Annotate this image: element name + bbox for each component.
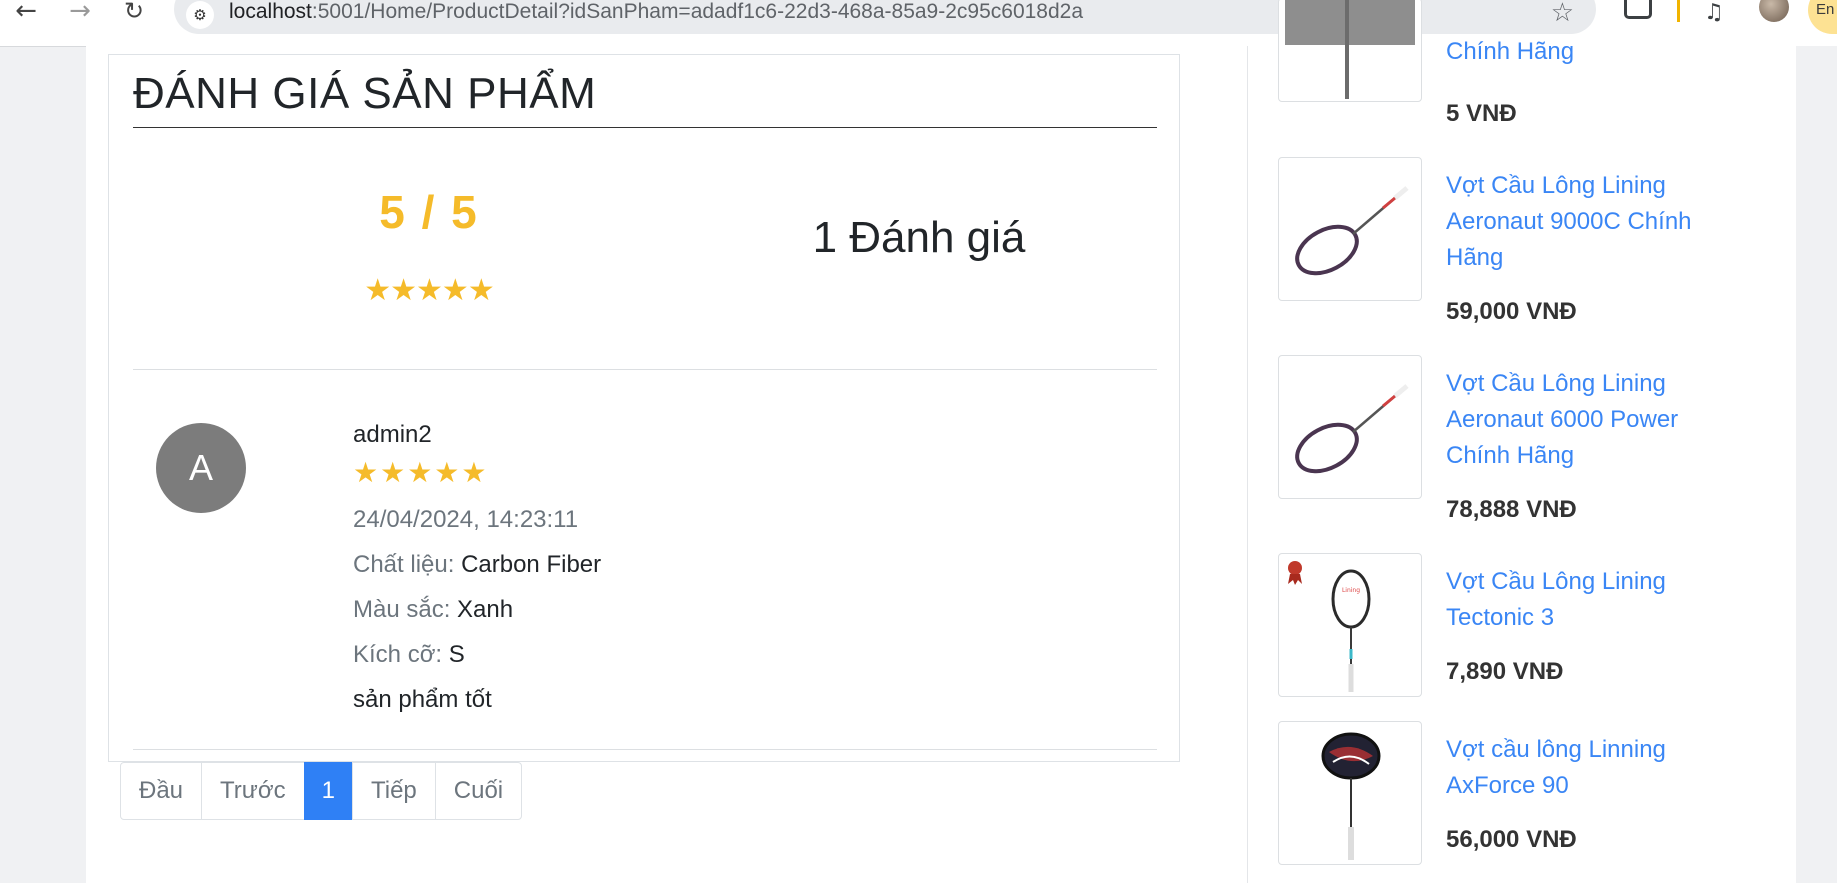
- review-section: ĐÁNH GIÁ SẢN PHẨM 5 / 5 ★★★★★ 1 Đánh giá…: [108, 54, 1180, 762]
- racket-image: [1295, 186, 1409, 276]
- pagination: Đầu Trước 1 Tiếp Cuối: [120, 762, 523, 820]
- product-price: 56,000 VNĐ: [1446, 826, 1577, 853]
- page-background: [1796, 46, 1837, 883]
- review-datetime: 24/04/2024, 14:23:11: [353, 506, 579, 533]
- product-price: 78,888 VNĐ: [1446, 496, 1577, 523]
- product-name-link[interactable]: Vợt Cầu Lông Lining Aeronaut 6000 Power …: [1446, 366, 1726, 474]
- media-control-icon[interactable]: ♫: [1704, 0, 1724, 25]
- product-thumbnail[interactable]: [1278, 0, 1422, 102]
- product-price: 59,000 VNĐ: [1446, 298, 1577, 325]
- product-price: 7,890 VNĐ: [1446, 658, 1564, 685]
- racket-image: Lining: [1288, 561, 1371, 692]
- review-color: Màu sắc: Xanh: [353, 587, 1053, 632]
- page-next-button[interactable]: Tiếp: [351, 762, 436, 820]
- forward-arrow-icon[interactable]: →: [60, 0, 100, 24]
- divider: [133, 369, 1157, 370]
- user-avatar: A: [156, 423, 246, 513]
- profile-pill[interactable]: En: [1808, 0, 1837, 34]
- product-thumbnail[interactable]: [1278, 157, 1422, 301]
- product-name-link[interactable]: Chính Hãng: [1446, 34, 1726, 70]
- sidebar-divider: [1247, 46, 1248, 883]
- review-count: 1 Đánh giá: [812, 213, 1026, 262]
- url-host: localhost: [229, 0, 312, 23]
- color-label: Màu sắc:: [353, 596, 451, 623]
- color-value: Xanh: [457, 596, 514, 623]
- average-star-icons: ★★★★★: [364, 273, 494, 308]
- section-title: ĐÁNH GIÁ SẢN PHẨM: [133, 65, 1157, 128]
- product-name-link[interactable]: Vợt Cầu Lông Lining Tectonic 3: [1446, 564, 1726, 636]
- product-thumbnail[interactable]: [1278, 721, 1422, 865]
- browser-profile-avatar[interactable]: [1759, 0, 1789, 22]
- divider: [133, 749, 1157, 750]
- product-name-link[interactable]: Vợt cầu lông Linning AxForce 90: [1446, 732, 1726, 804]
- average-rating: 5 / 5: [379, 186, 479, 238]
- review-material: Chất liệu: Carbon Fiber: [353, 542, 1053, 587]
- reload-icon[interactable]: ↻: [114, 0, 154, 24]
- page-prev-button[interactable]: Trước: [201, 762, 305, 820]
- review-username: admin2: [353, 421, 432, 448]
- page-first-button[interactable]: Đầu: [120, 762, 203, 820]
- racket-image: [1321, 732, 1381, 860]
- racket-image: [1295, 384, 1409, 474]
- product-price: 5 VNĐ: [1446, 100, 1517, 127]
- page-content: ĐÁNH GIÁ SẢN PHẨM 5 / 5 ★★★★★ 1 Đánh giá…: [86, 0, 1796, 883]
- svg-text:Lining: Lining: [1342, 587, 1360, 594]
- product-name-link[interactable]: Vợt Cầu Lông Lining Aeronaut 9000C Chính…: [1446, 168, 1726, 276]
- review-comment: sản phẩm tốt: [353, 686, 492, 713]
- product-thumbnail[interactable]: Lining: [1278, 553, 1422, 697]
- material-value: Carbon Fiber: [461, 551, 602, 578]
- extensions-icon[interactable]: [1624, 0, 1652, 19]
- bookmark-star-icon[interactable]: ☆: [1551, 0, 1574, 28]
- review-item: admin2 ★★★★★ 24/04/2024, 14:23:11 Chất l…: [353, 417, 1053, 722]
- product-thumbnail[interactable]: [1278, 355, 1422, 499]
- page-last-button[interactable]: Cuối: [434, 762, 523, 820]
- toolbar-divider: [1677, 0, 1680, 22]
- url-text[interactable]: localhost:5001/Home/ProductDetail?idSanP…: [229, 0, 1083, 24]
- site-info-icon[interactable]: ⚙: [186, 1, 214, 29]
- material-label: Chất liệu:: [353, 551, 455, 578]
- back-arrow-icon[interactable]: ←: [6, 0, 46, 24]
- review-star-icons: ★★★★★: [353, 456, 489, 489]
- review-size: Kích cỡ: S: [353, 632, 1053, 677]
- size-label: Kích cỡ:: [353, 641, 443, 668]
- url-path: :5001/Home/ProductDetail?idSanPham=adadf…: [311, 0, 1084, 23]
- size-value: S: [448, 641, 465, 668]
- page-1-button[interactable]: 1: [303, 762, 353, 820]
